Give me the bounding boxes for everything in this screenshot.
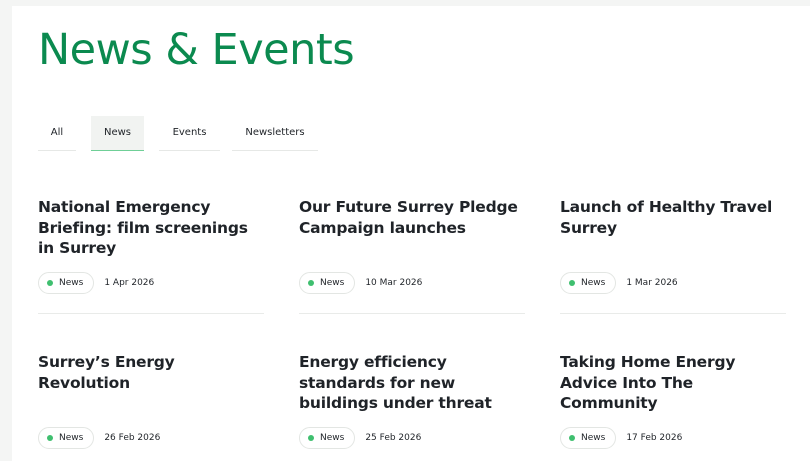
article-card: Energy efficiency standards for new buil… [299,352,525,461]
card-divider [560,313,786,314]
article-title[interactable]: Surrey’s Energy Revolution [38,352,264,393]
article-meta: News 25 Feb 2026 [299,427,421,449]
article-meta: News 17 Feb 2026 [560,427,682,449]
category-badge: News [560,427,617,449]
category-label: News [59,278,84,288]
news-events-page: News & Events All News Events Newsletter… [12,6,810,461]
tab-events[interactable]: Events [159,116,220,151]
tab-newsletters[interactable]: Newsletters [232,116,318,151]
status-dot-icon [569,280,575,286]
article-meta: News 1 Mar 2026 [560,272,678,294]
article-card: Launch of Healthy Travel Surrey News 1 M… [560,197,786,315]
article-date: 26 Feb 2026 [104,433,161,443]
article-title[interactable]: Launch of Healthy Travel Surrey [560,197,786,238]
article-card: Taking Home Energy Advice Into The Commu… [560,352,786,461]
category-badge: News [38,272,95,294]
category-label: News [581,278,606,288]
article-title[interactable]: Taking Home Energy Advice Into The Commu… [560,352,786,414]
article-date: 10 Mar 2026 [365,278,423,288]
status-dot-icon [569,435,575,441]
status-dot-icon [47,280,53,286]
category-badge: News [299,272,356,294]
article-date: 25 Feb 2026 [365,433,422,443]
tab-news[interactable]: News [91,116,144,151]
category-badge: News [38,427,95,449]
status-dot-icon [308,280,314,286]
article-meta: News 10 Mar 2026 [299,272,422,294]
category-badge: News [560,272,617,294]
category-label: News [320,278,345,288]
article-card: Surrey’s Energy Revolution News 26 Feb 2… [38,352,264,461]
card-divider [299,313,525,314]
article-card: National Emergency Briefing: film screen… [38,197,264,315]
article-meta: News 1 Apr 2026 [38,272,154,294]
article-date: 1 Apr 2026 [104,278,155,288]
article-meta: News 26 Feb 2026 [38,427,160,449]
page-title: News & Events [38,25,355,75]
article-title[interactable]: Energy efficiency standards for new buil… [299,352,525,414]
category-label: News [320,433,345,443]
status-dot-icon [308,435,314,441]
category-label: News [59,433,84,443]
status-dot-icon [47,435,53,441]
tab-all[interactable]: All [38,116,76,151]
article-date: 1 Mar 2026 [626,278,678,288]
article-title[interactable]: National Emergency Briefing: film screen… [38,197,264,259]
category-label: News [581,433,606,443]
card-divider [38,313,264,314]
article-date: 17 Feb 2026 [626,433,683,443]
article-card: Our Future Surrey Pledge Campaign launch… [299,197,525,315]
article-title[interactable]: Our Future Surrey Pledge Campaign launch… [299,197,525,238]
category-badge: News [299,427,356,449]
